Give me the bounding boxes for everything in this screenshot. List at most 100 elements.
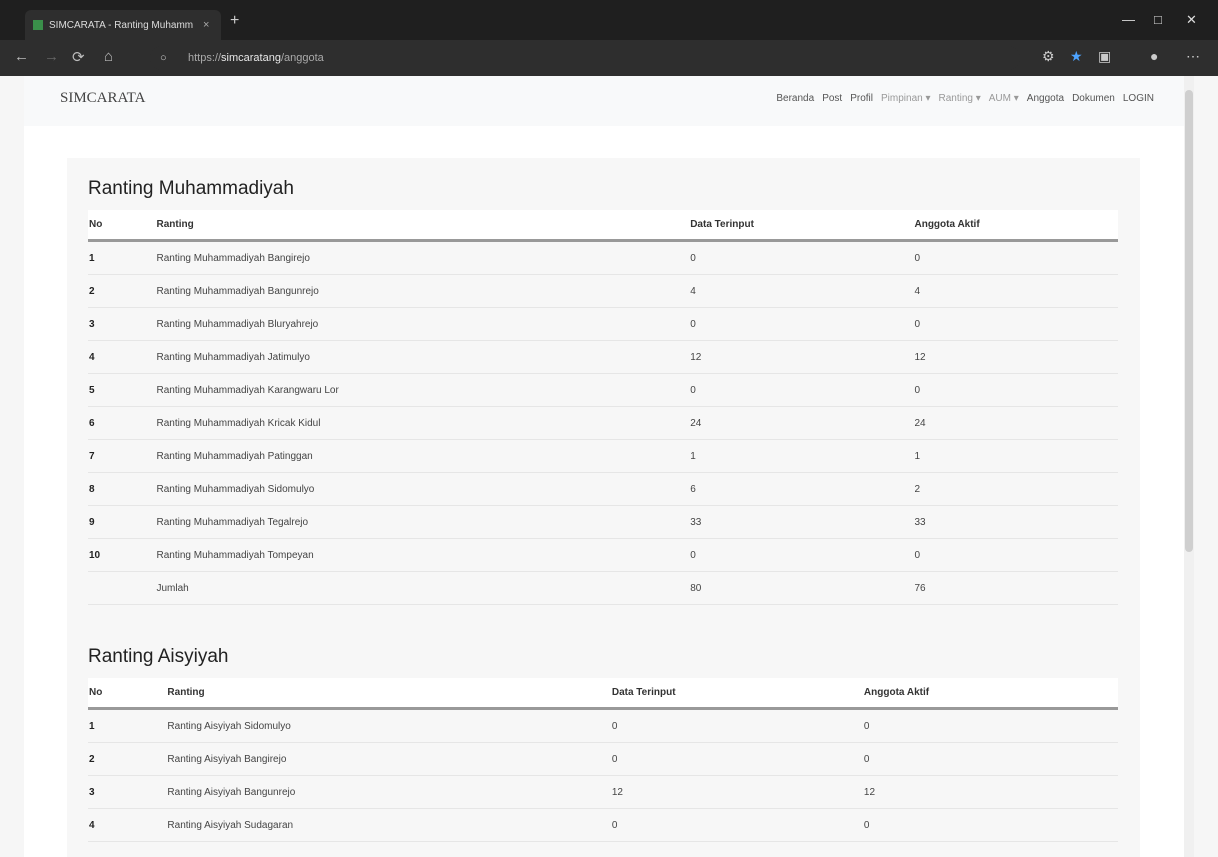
minimize-icon[interactable]: — xyxy=(1122,12,1135,27)
nav-item-profil[interactable]: Profil xyxy=(850,93,873,104)
close-window-icon[interactable]: ✕ xyxy=(1186,12,1197,28)
url-text: https://simcaratang/anggota xyxy=(188,52,324,64)
table-cell: 12 xyxy=(862,775,1118,809)
section-title-aisyiyah: Ranting Aisyiyah xyxy=(88,646,229,667)
table-cell: 0 xyxy=(913,538,1118,572)
table-cell: 6 xyxy=(88,406,156,440)
table-cell: 33 xyxy=(913,505,1118,539)
table-cell: 1 xyxy=(689,439,914,473)
table-cell: Ranting Muhammadiyah Kricak Kidul xyxy=(155,406,690,440)
table-row: 9 Ranting Muhammadiyah Tegalrejo 33 33 xyxy=(88,505,1118,539)
nav-item-aum[interactable]: AUM ▾ xyxy=(989,93,1019,104)
table-cell: 0 xyxy=(689,373,914,407)
table-cell: 4 xyxy=(913,274,1118,308)
table-cell: 12 xyxy=(689,340,914,374)
nav-item-beranda[interactable]: Beranda xyxy=(776,93,814,104)
lock-icon[interactable]: ○ xyxy=(160,52,167,64)
tab-title: SIMCARATA - Ranting Muhamm xyxy=(49,19,194,31)
forward-icon[interactable]: → xyxy=(44,48,59,65)
table-row: Jumlah 80 76 xyxy=(88,571,1118,605)
site-brand[interactable]: SIMCARATA xyxy=(60,90,145,107)
tab-close-icon[interactable]: × xyxy=(203,19,209,31)
table-cell: 0 xyxy=(610,708,863,743)
table-cell: 12 xyxy=(913,340,1118,374)
table-cell: 0 xyxy=(689,538,914,572)
table-cell: 9 xyxy=(88,505,156,539)
nav-item-ranting[interactable]: Ranting ▾ xyxy=(939,93,981,104)
scrollbar-thumb[interactable] xyxy=(1185,90,1193,552)
table-cell: 0 xyxy=(913,373,1118,407)
nav-item-dokumen[interactable]: Dokumen xyxy=(1072,93,1115,104)
profile-icon[interactable]: ● xyxy=(1150,48,1158,64)
table-cell: 3 xyxy=(88,307,156,341)
table-cell: 3 xyxy=(88,775,167,809)
column-header: Ranting xyxy=(166,678,611,710)
new-tab-icon[interactable]: + xyxy=(230,12,239,30)
table-row: 7 Ranting Muhammadiyah Patinggan 1 1 xyxy=(88,439,1118,473)
table-cell: Ranting Aisyiyah Sidomulyo xyxy=(166,708,611,743)
column-header: Ranting xyxy=(155,210,690,242)
table-cell: 12 xyxy=(610,775,863,809)
table-cell xyxy=(88,571,156,605)
table-cell: 1 xyxy=(88,708,167,743)
table-cell: Ranting Aisyiyah Bangirejo xyxy=(166,742,611,776)
maximize-icon[interactable]: □ xyxy=(1154,12,1162,27)
nav-item-pimpinan[interactable]: Pimpinan ▾ xyxy=(881,93,931,104)
table-cell: Ranting Muhammadiyah Bangirejo xyxy=(155,240,690,275)
table-row: 3 Ranting Muhammadiyah Bluryahrejo 0 0 xyxy=(88,307,1118,341)
table-cell: 7 xyxy=(88,439,156,473)
nav-item-anggota[interactable]: Anggota xyxy=(1027,93,1064,104)
table-cell: Ranting Muhammadiyah Sidomulyo xyxy=(155,472,690,506)
table-cell: 10 xyxy=(88,538,156,572)
table-cell: Ranting Muhammadiyah Tegalrejo xyxy=(155,505,690,539)
table-cell: 2 xyxy=(88,274,156,308)
table-cell: 0 xyxy=(913,307,1118,341)
column-header: No xyxy=(88,210,156,242)
menu-icon[interactable]: ⋯ xyxy=(1186,48,1200,65)
table-row: 3 Ranting Aisyiyah Bangunrejo 12 12 xyxy=(88,775,1118,809)
column-header: Data Terinput xyxy=(610,678,863,710)
reload-icon[interactable]: ⟳ xyxy=(72,48,85,66)
table-cell: 24 xyxy=(689,406,914,440)
table-cell: 76 xyxy=(913,571,1118,605)
table-cell: 4 xyxy=(689,274,914,308)
back-icon[interactable]: ← xyxy=(14,48,29,65)
browser-tab[interactable]: SIMCARATA - Ranting Muhamm × xyxy=(25,10,221,40)
table-row: 6 Ranting Muhammadiyah Kricak Kidul 24 24 xyxy=(88,406,1118,440)
table-cell: 2 xyxy=(913,472,1118,506)
table-cell: 2 xyxy=(88,742,167,776)
collections-icon[interactable]: ▣ xyxy=(1098,48,1111,65)
table-muhammadiyah: No Ranting Data Terinput Anggota Aktif 1 Ran… xyxy=(88,210,1118,605)
column-header: Data Terinput xyxy=(689,210,914,242)
table-cell: 1 xyxy=(913,439,1118,473)
table-row: 4 Ranting Muhammadiyah Jatimulyo 12 12 xyxy=(88,340,1118,374)
table-cell: 8 xyxy=(88,472,156,506)
table-cell: Ranting Muhammadiyah Tompeyan xyxy=(155,538,690,572)
table-cell: 0 xyxy=(689,307,914,341)
table-row: 4 Ranting Aisyiyah Sudagaran 0 0 xyxy=(88,808,1118,842)
section-title-muhammadiyah: Ranting Muhammadiyah xyxy=(88,178,294,199)
table-row: 10 Ranting Muhammadiyah Tompeyan 0 0 xyxy=(88,538,1118,572)
table-cell: 0 xyxy=(862,808,1118,842)
bookmark-icon[interactable]: ★ xyxy=(1070,48,1083,65)
nav-item-post[interactable]: Post xyxy=(822,93,842,104)
nav-links: Beranda Post Profil Pimpinan ▾ Ranting ▾ AUM … xyxy=(776,93,1154,104)
site-navbar: SIMCARATA Beranda Post Profil Pimpinan ▾ Ran… xyxy=(24,76,1194,126)
table-cell: 24 xyxy=(913,406,1118,440)
table-cell: Ranting Muhammadiyah Jatimulyo xyxy=(155,340,690,374)
table-aisyiyah: No Ranting Data Terinput Anggota Aktif 1 Ran… xyxy=(88,678,1118,842)
table-cell: 4 xyxy=(88,340,156,374)
page-viewport: SIMCARATA Beranda Post Profil Pimpinan ▾ Ran… xyxy=(24,76,1194,857)
home-icon[interactable]: ⌂ xyxy=(104,48,113,65)
table-row: 5 Ranting Muhammadiyah Karangwaru Lor 0 0 xyxy=(88,373,1118,407)
table-row: 8 Ranting Muhammadiyah Sidomulyo 6 2 xyxy=(88,472,1118,506)
address-bar[interactable]: https://simcaratang/anggota xyxy=(150,46,1020,70)
extensions-icon[interactable]: ⚙ xyxy=(1042,48,1055,65)
table-row: 2 Ranting Aisyiyah Bangirejo 0 0 xyxy=(88,742,1118,776)
table-cell: 0 xyxy=(689,240,914,275)
column-header: No xyxy=(88,678,167,710)
table-cell: 80 xyxy=(689,571,914,605)
table-cell: 6 xyxy=(689,472,914,506)
page-scrollbar[interactable] xyxy=(1184,76,1194,857)
nav-item-login[interactable]: LOGIN xyxy=(1123,93,1154,104)
